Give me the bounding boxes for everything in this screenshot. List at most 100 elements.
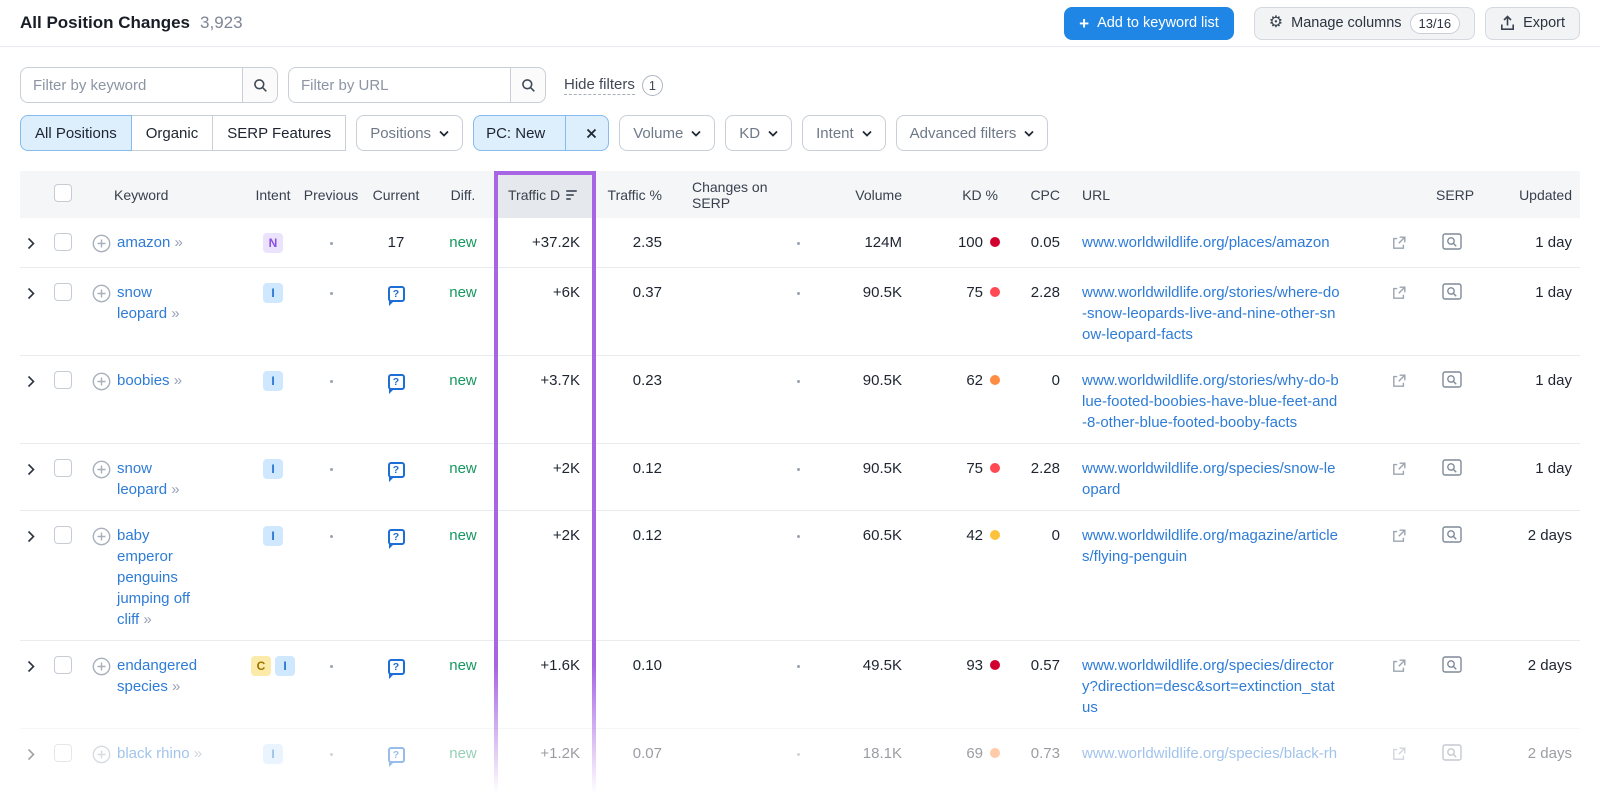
- header-intent[interactable]: Intent: [244, 187, 302, 203]
- add-keyword-icon[interactable]: [92, 657, 111, 676]
- header-volume[interactable]: Volume: [802, 187, 902, 203]
- url-link[interactable]: www.worldwildlife.org/stories/where-do-s…: [1082, 282, 1340, 345]
- header-keyword[interactable]: Keyword: [84, 187, 244, 203]
- serp-preview-icon[interactable]: [1442, 744, 1462, 761]
- add-keyword-icon[interactable]: [92, 527, 111, 546]
- url-link[interactable]: www.worldwildlife.org/species/snow-leopa…: [1082, 458, 1340, 500]
- external-link-icon[interactable]: [1392, 659, 1406, 673]
- export-button[interactable]: Export: [1485, 6, 1580, 40]
- expand-row-chevron-icon[interactable]: [27, 530, 35, 543]
- external-link-icon[interactable]: [1392, 236, 1406, 250]
- keyword-link[interactable]: snow leopard: [117, 284, 167, 322]
- keyword-detail-arrows-icon[interactable]: »: [172, 678, 180, 695]
- add-keyword-icon[interactable]: [92, 460, 111, 479]
- row-checkbox[interactable]: [54, 526, 72, 544]
- row-checkbox[interactable]: [54, 283, 72, 301]
- url-search-button[interactable]: [510, 67, 546, 103]
- header-kd[interactable]: KD %: [902, 187, 1002, 203]
- url-link[interactable]: www.worldwildlife.org/stories/why-do-blu…: [1082, 370, 1340, 433]
- keyword-detail-arrows-icon[interactable]: »: [171, 305, 179, 322]
- volume-filter-dropdown[interactable]: Volume: [619, 115, 716, 151]
- row-checkbox[interactable]: [54, 459, 72, 477]
- external-link-icon[interactable]: [1392, 374, 1406, 388]
- keyword-detail-arrows-icon[interactable]: »: [174, 372, 182, 389]
- serp-feature-question-icon[interactable]: ?: [387, 659, 405, 679]
- positions-filter-dropdown[interactable]: Positions: [356, 115, 464, 151]
- header-diff[interactable]: Diff.: [432, 187, 494, 203]
- keyword-detail-arrows-icon[interactable]: »: [175, 234, 183, 251]
- keyword-link[interactable]: boobies: [117, 372, 170, 389]
- expand-row-chevron-icon[interactable]: [27, 748, 35, 761]
- keyword-link[interactable]: snow leopard: [117, 460, 167, 498]
- url-link[interactable]: www.worldwildlife.org/magazine/articles/…: [1082, 525, 1340, 567]
- expand-row-chevron-icon[interactable]: [27, 463, 35, 476]
- external-link-icon[interactable]: [1392, 462, 1406, 476]
- serp-feature-question-icon[interactable]: ?: [387, 374, 405, 394]
- intent-filter-dropdown[interactable]: Intent: [802, 115, 886, 151]
- hide-filters-link[interactable]: Hide filters 1: [564, 74, 663, 96]
- serp-feature-question-icon[interactable]: ?: [387, 286, 405, 306]
- pc-new-filter-chip[interactable]: PC: New: [473, 115, 610, 151]
- keyword-link[interactable]: endangered species: [117, 657, 197, 695]
- serp-preview-icon[interactable]: [1442, 459, 1462, 476]
- segment-all-positions[interactable]: All Positions: [20, 115, 132, 151]
- row-checkbox[interactable]: [54, 233, 72, 251]
- keyword-link[interactable]: baby emperor penguins jumping off cliff: [117, 527, 190, 628]
- add-keyword-icon[interactable]: [92, 284, 111, 303]
- serp-feature-question-icon[interactable]: ?: [387, 529, 405, 549]
- url-filter-input[interactable]: [288, 67, 510, 103]
- header-traffic-pct[interactable]: Traffic %: [596, 187, 672, 203]
- url-filter-group: [288, 67, 546, 103]
- add-keyword-icon[interactable]: [92, 372, 111, 391]
- traffic-diff-value: +6K: [552, 284, 580, 301]
- keyword-detail-arrows-icon[interactable]: »: [171, 481, 179, 498]
- traffic-diff-value: +2K: [552, 460, 580, 477]
- header-serp[interactable]: SERP: [1420, 187, 1476, 203]
- header-url[interactable]: URL: [1064, 187, 1420, 203]
- serp-feature-question-icon[interactable]: ?: [387, 462, 405, 482]
- add-to-keyword-list-button[interactable]: + Add to keyword list: [1064, 6, 1234, 40]
- serp-preview-icon[interactable]: [1442, 233, 1462, 250]
- serp-preview-icon[interactable]: [1442, 283, 1462, 300]
- keyword-detail-arrows-icon[interactable]: »: [143, 611, 151, 628]
- serp-preview-icon[interactable]: [1442, 526, 1462, 543]
- add-keyword-icon[interactable]: [92, 745, 111, 764]
- add-keyword-icon[interactable]: [92, 234, 111, 253]
- row-checkbox[interactable]: [54, 744, 72, 762]
- advanced-filters-dropdown[interactable]: Advanced filters: [895, 115, 1049, 151]
- row-checkbox[interactable]: [54, 656, 72, 674]
- segment-serp-features[interactable]: SERP Features: [212, 115, 347, 151]
- remove-filter-button[interactable]: [574, 116, 608, 150]
- header-changes-on-serp[interactable]: Changes on SERP: [672, 179, 802, 211]
- serp-preview-icon[interactable]: [1442, 371, 1462, 388]
- expand-row-chevron-icon[interactable]: [27, 660, 35, 673]
- header-previous[interactable]: Previous: [302, 187, 360, 203]
- expand-row-chevron-icon[interactable]: [27, 237, 35, 250]
- header-traffic-diff[interactable]: Traffic D: [494, 171, 596, 218]
- row-checkbox[interactable]: [54, 371, 72, 389]
- keyword-link[interactable]: black rhino: [117, 745, 190, 762]
- keyword-detail-arrows-icon[interactable]: »: [194, 745, 202, 762]
- url-link[interactable]: www.worldwildlife.org/species/directory?…: [1082, 655, 1340, 718]
- serp-preview-icon[interactable]: [1442, 656, 1462, 673]
- url-link[interactable]: www.worldwildlife.org/places/amazon: [1082, 232, 1340, 253]
- header-updated[interactable]: Updated: [1476, 187, 1580, 203]
- manage-columns-button[interactable]: ⚙ Manage columns 13/16: [1253, 6, 1476, 40]
- expand-row-chevron-icon[interactable]: [27, 375, 35, 388]
- table-row: black rhino » I ? new +1.2K 0.07 18.1K 6…: [20, 728, 1580, 778]
- external-link-icon[interactable]: [1392, 286, 1406, 300]
- url-link[interactable]: www.worldwildlife.org/species/black-rh: [1082, 743, 1340, 764]
- serp-feature-question-icon[interactable]: ?: [387, 747, 405, 767]
- header-cpc[interactable]: CPC: [1002, 187, 1064, 203]
- segment-organic[interactable]: Organic: [130, 115, 214, 151]
- keyword-search-button[interactable]: [242, 67, 278, 103]
- header-current[interactable]: Current: [360, 187, 432, 203]
- keyword-link[interactable]: amazon: [117, 234, 170, 251]
- kd-filter-dropdown[interactable]: KD: [725, 115, 793, 151]
- external-link-icon[interactable]: [1392, 529, 1406, 543]
- select-all-checkbox[interactable]: [54, 184, 72, 202]
- keyword-filter-input[interactable]: [20, 67, 242, 103]
- expand-row-chevron-icon[interactable]: [27, 287, 35, 300]
- external-link-icon[interactable]: [1392, 747, 1406, 761]
- cpc-value: 0.57: [1030, 657, 1060, 674]
